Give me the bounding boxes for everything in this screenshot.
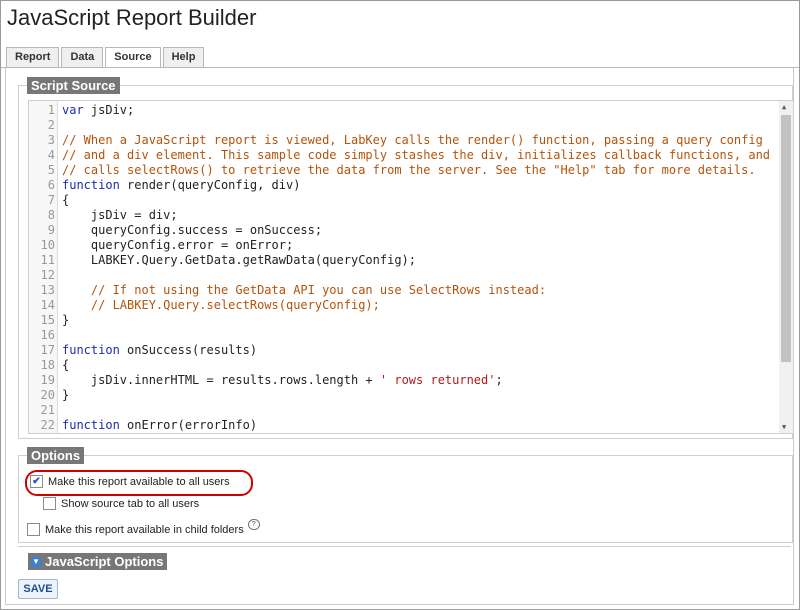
tab-source[interactable]: Source xyxy=(105,47,161,68)
chevron-down-icon: ▼ xyxy=(31,556,41,567)
code-text: // and a div element. This sample code s… xyxy=(62,148,771,162)
line-number: 23 xyxy=(29,433,55,434)
line-number: 5 xyxy=(47,163,55,177)
js-options-label: JavaScript Options xyxy=(45,554,164,569)
code-text: function render(queryConfig, div) xyxy=(62,178,301,192)
line-number: 20 xyxy=(40,388,55,402)
tab-bar: Report Data Source Help xyxy=(6,47,206,68)
line-number: 8 xyxy=(47,208,55,222)
scrollbar-thumb[interactable] xyxy=(781,115,791,362)
line-number: 12 xyxy=(40,268,55,282)
line-number: 15 xyxy=(40,313,55,327)
code-text: } xyxy=(62,388,70,402)
line-number: 14 xyxy=(40,298,55,312)
code-text: queryConfig.error = onError; xyxy=(62,238,294,252)
line-number: 16 xyxy=(40,328,55,342)
code-text: // LABKEY.Query.selectRows(queryConfig); xyxy=(62,298,380,312)
option-available-all-users[interactable]: ✔ Make this report available to all user… xyxy=(30,475,230,488)
scroll-up-icon[interactable]: ▲ xyxy=(782,103,786,111)
line-number: 10 xyxy=(40,238,55,252)
window-frame: JavaScript Report Builder Report Data So… xyxy=(0,0,800,610)
code-text: jsDiv = div; xyxy=(62,208,178,222)
code-text: { xyxy=(62,193,70,207)
line-number: 6 xyxy=(47,178,55,192)
code-text: queryConfig.success = onSuccess; xyxy=(62,223,323,237)
code-text: // calls selectRows() to retrieve the da… xyxy=(62,163,756,177)
option-available-child-folders[interactable]: Make this report available in child fold… xyxy=(27,519,260,536)
code-text: jsDiv.innerHTML = results.rows.length + … xyxy=(62,373,503,387)
show-source-tab-label: Show source tab to all users xyxy=(61,497,200,510)
line-number: 2 xyxy=(47,118,55,132)
code-text: LABKEY.Query.GetData.getRawData(queryCon… xyxy=(62,253,417,267)
scroll-down-icon[interactable]: ▼ xyxy=(782,423,786,431)
js-options-toggle[interactable]: ▼ JavaScript Options xyxy=(28,553,168,570)
available-child-folders-label: Make this report available in child fold… xyxy=(45,523,244,536)
available-all-users-label: Make this report available to all users xyxy=(48,475,230,488)
line-number: 22 xyxy=(40,418,55,432)
line-number: 13 xyxy=(40,283,55,297)
editor-scrollbar[interactable]: ▲ ▼ xyxy=(779,101,793,433)
line-number: 9 xyxy=(47,223,55,237)
code-text: { xyxy=(62,358,70,372)
line-number: 11 xyxy=(40,253,55,267)
code-editor[interactable]: 1 var jsDiv; 2 3 // When a JavaScript report… xyxy=(28,100,794,434)
line-number: 19 xyxy=(40,373,55,387)
line-number: 21 xyxy=(40,403,55,417)
line-number: 1 xyxy=(47,103,55,117)
script-source-section: Script Source 1 var jsDiv; 2 3 // When a Jav… xyxy=(18,77,794,439)
tab-report[interactable]: Report xyxy=(6,47,60,67)
save-button[interactable]: SAVE xyxy=(18,579,58,599)
available-child-folders-checkbox[interactable] xyxy=(27,523,40,536)
line-number: 17 xyxy=(40,343,55,357)
option-show-source-tab[interactable]: Show source tab to all users xyxy=(43,497,199,510)
code-text: // When a JavaScript report is viewed, L… xyxy=(62,133,763,147)
code-text: function onSuccess(results) xyxy=(62,343,258,357)
code-text: } xyxy=(62,313,70,327)
code-text: var jsDiv; xyxy=(62,103,135,117)
code-text: { xyxy=(62,433,69,434)
options-legend: Options xyxy=(27,447,85,464)
tab-data[interactable]: Data xyxy=(61,47,104,67)
help-icon[interactable]: ? xyxy=(247,519,260,530)
js-options-divider xyxy=(18,546,791,548)
tab-help[interactable]: Help xyxy=(162,47,205,67)
options-section: Options ✔ Make this report available to … xyxy=(18,447,793,543)
line-number: 7 xyxy=(47,193,55,207)
available-all-users-checkbox[interactable]: ✔ xyxy=(30,475,43,488)
code-text: function onError(errorInfo) xyxy=(62,418,258,432)
show-source-tab-checkbox[interactable] xyxy=(43,497,56,510)
source-panel: Script Source 1 var jsDiv; 2 3 // When a Jav… xyxy=(5,68,794,605)
page-title: JavaScript Report Builder xyxy=(7,5,257,30)
line-number: 18 xyxy=(40,358,55,372)
line-number: 3 xyxy=(47,133,55,147)
line-number: 4 xyxy=(47,148,55,162)
script-source-legend: Script Source xyxy=(27,77,120,94)
code-text: // If not using the GetData API you can … xyxy=(62,283,547,297)
